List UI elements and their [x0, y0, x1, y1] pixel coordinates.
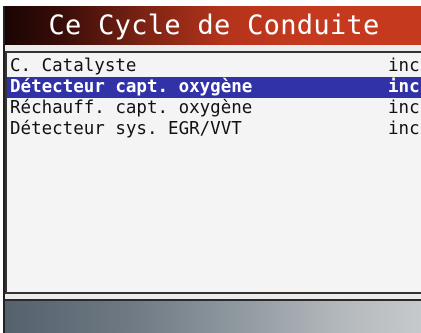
list-item-label: Réchauff. capt. oxygène	[10, 98, 253, 118]
monitor-list: C. Catalyste inc Détecteur capt. oxygène…	[5, 51, 421, 294]
list-item-status: inc	[388, 77, 420, 97]
scan-tool-screen: Ce Cycle de Conduite C. Catalyste inc Dé…	[3, 6, 421, 333]
list-item-label: Détecteur capt. oxygène	[10, 77, 253, 97]
list-item-oxygen-sensor[interactable]: Détecteur capt. oxygène inc	[7, 77, 421, 98]
list-item-status: inc	[388, 119, 420, 139]
list-item-status: inc	[388, 56, 420, 76]
list-item-catalyst[interactable]: C. Catalyste inc	[7, 56, 421, 77]
screen-title: Ce Cycle de Conduite	[5, 6, 421, 45]
list-item-status: inc	[388, 98, 420, 118]
bottom-status-bar	[5, 299, 421, 333]
list-item-oxygen-sensor-heater[interactable]: Réchauff. capt. oxygène inc	[7, 98, 421, 119]
list-item-label: C. Catalyste	[10, 56, 137, 76]
list-item-egr-vvt[interactable]: Détecteur sys. EGR/VVT inc	[7, 119, 421, 140]
list-item-label: Détecteur sys. EGR/VVT	[10, 119, 242, 139]
